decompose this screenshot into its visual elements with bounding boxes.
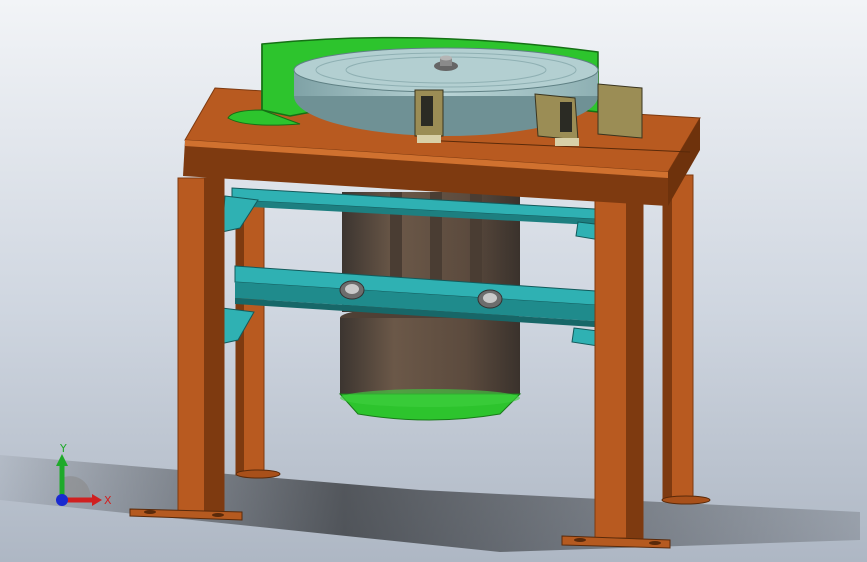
bolt-right bbox=[477, 289, 503, 309]
sensor-right bbox=[597, 83, 643, 139]
bolt-left bbox=[339, 280, 365, 300]
sensor-left bbox=[414, 89, 444, 143]
model-view[interactable]: X Y bbox=[0, 0, 867, 562]
triad-x-label: X bbox=[104, 494, 112, 507]
graphics-viewport[interactable]: X Y bbox=[0, 0, 867, 562]
triad-y-label: Y bbox=[59, 442, 67, 455]
floor-shadow bbox=[0, 455, 860, 552]
